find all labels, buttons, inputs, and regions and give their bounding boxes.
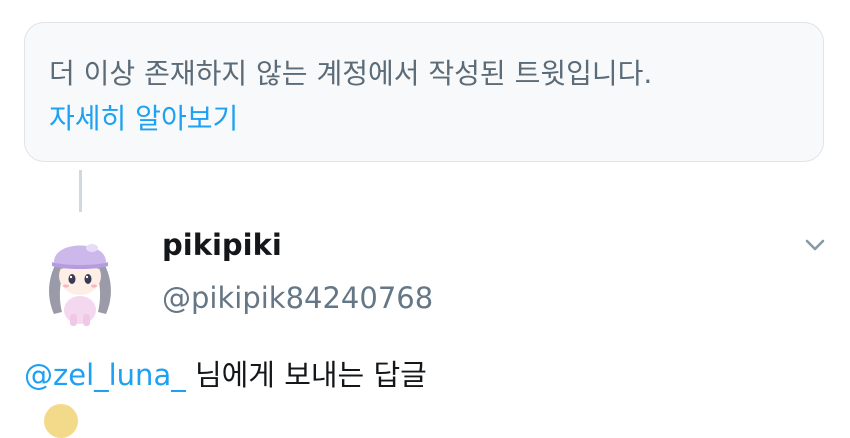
display-name[interactable]: pikipiki: [162, 226, 282, 264]
user-handle[interactable]: @pikipik84240768: [162, 279, 433, 317]
deleted-tweet-notice: 더 이상 존재하지 않는 계정에서 작성된 트윗입니다. 자세히 알아보기: [24, 22, 824, 162]
reply-context: @zel_luna_ 님에게 보내는 답글: [24, 355, 427, 395]
reply-context-text: 님에게 보내는 답글: [194, 358, 427, 392]
avatar[interactable]: [24, 216, 136, 328]
learn-more-link[interactable]: 자세히 알아보기: [49, 101, 238, 137]
chevron-down-icon[interactable]: [800, 230, 830, 260]
next-avatar-partial: [44, 404, 78, 438]
reply-mention-link[interactable]: @zel_luna_: [24, 358, 186, 392]
thread-connector-line: [79, 170, 82, 212]
deleted-tweet-message: 더 이상 존재하지 않는 계정에서 작성된 트윗입니다.: [49, 57, 653, 90]
avatar-character-icon: [49, 244, 111, 326]
